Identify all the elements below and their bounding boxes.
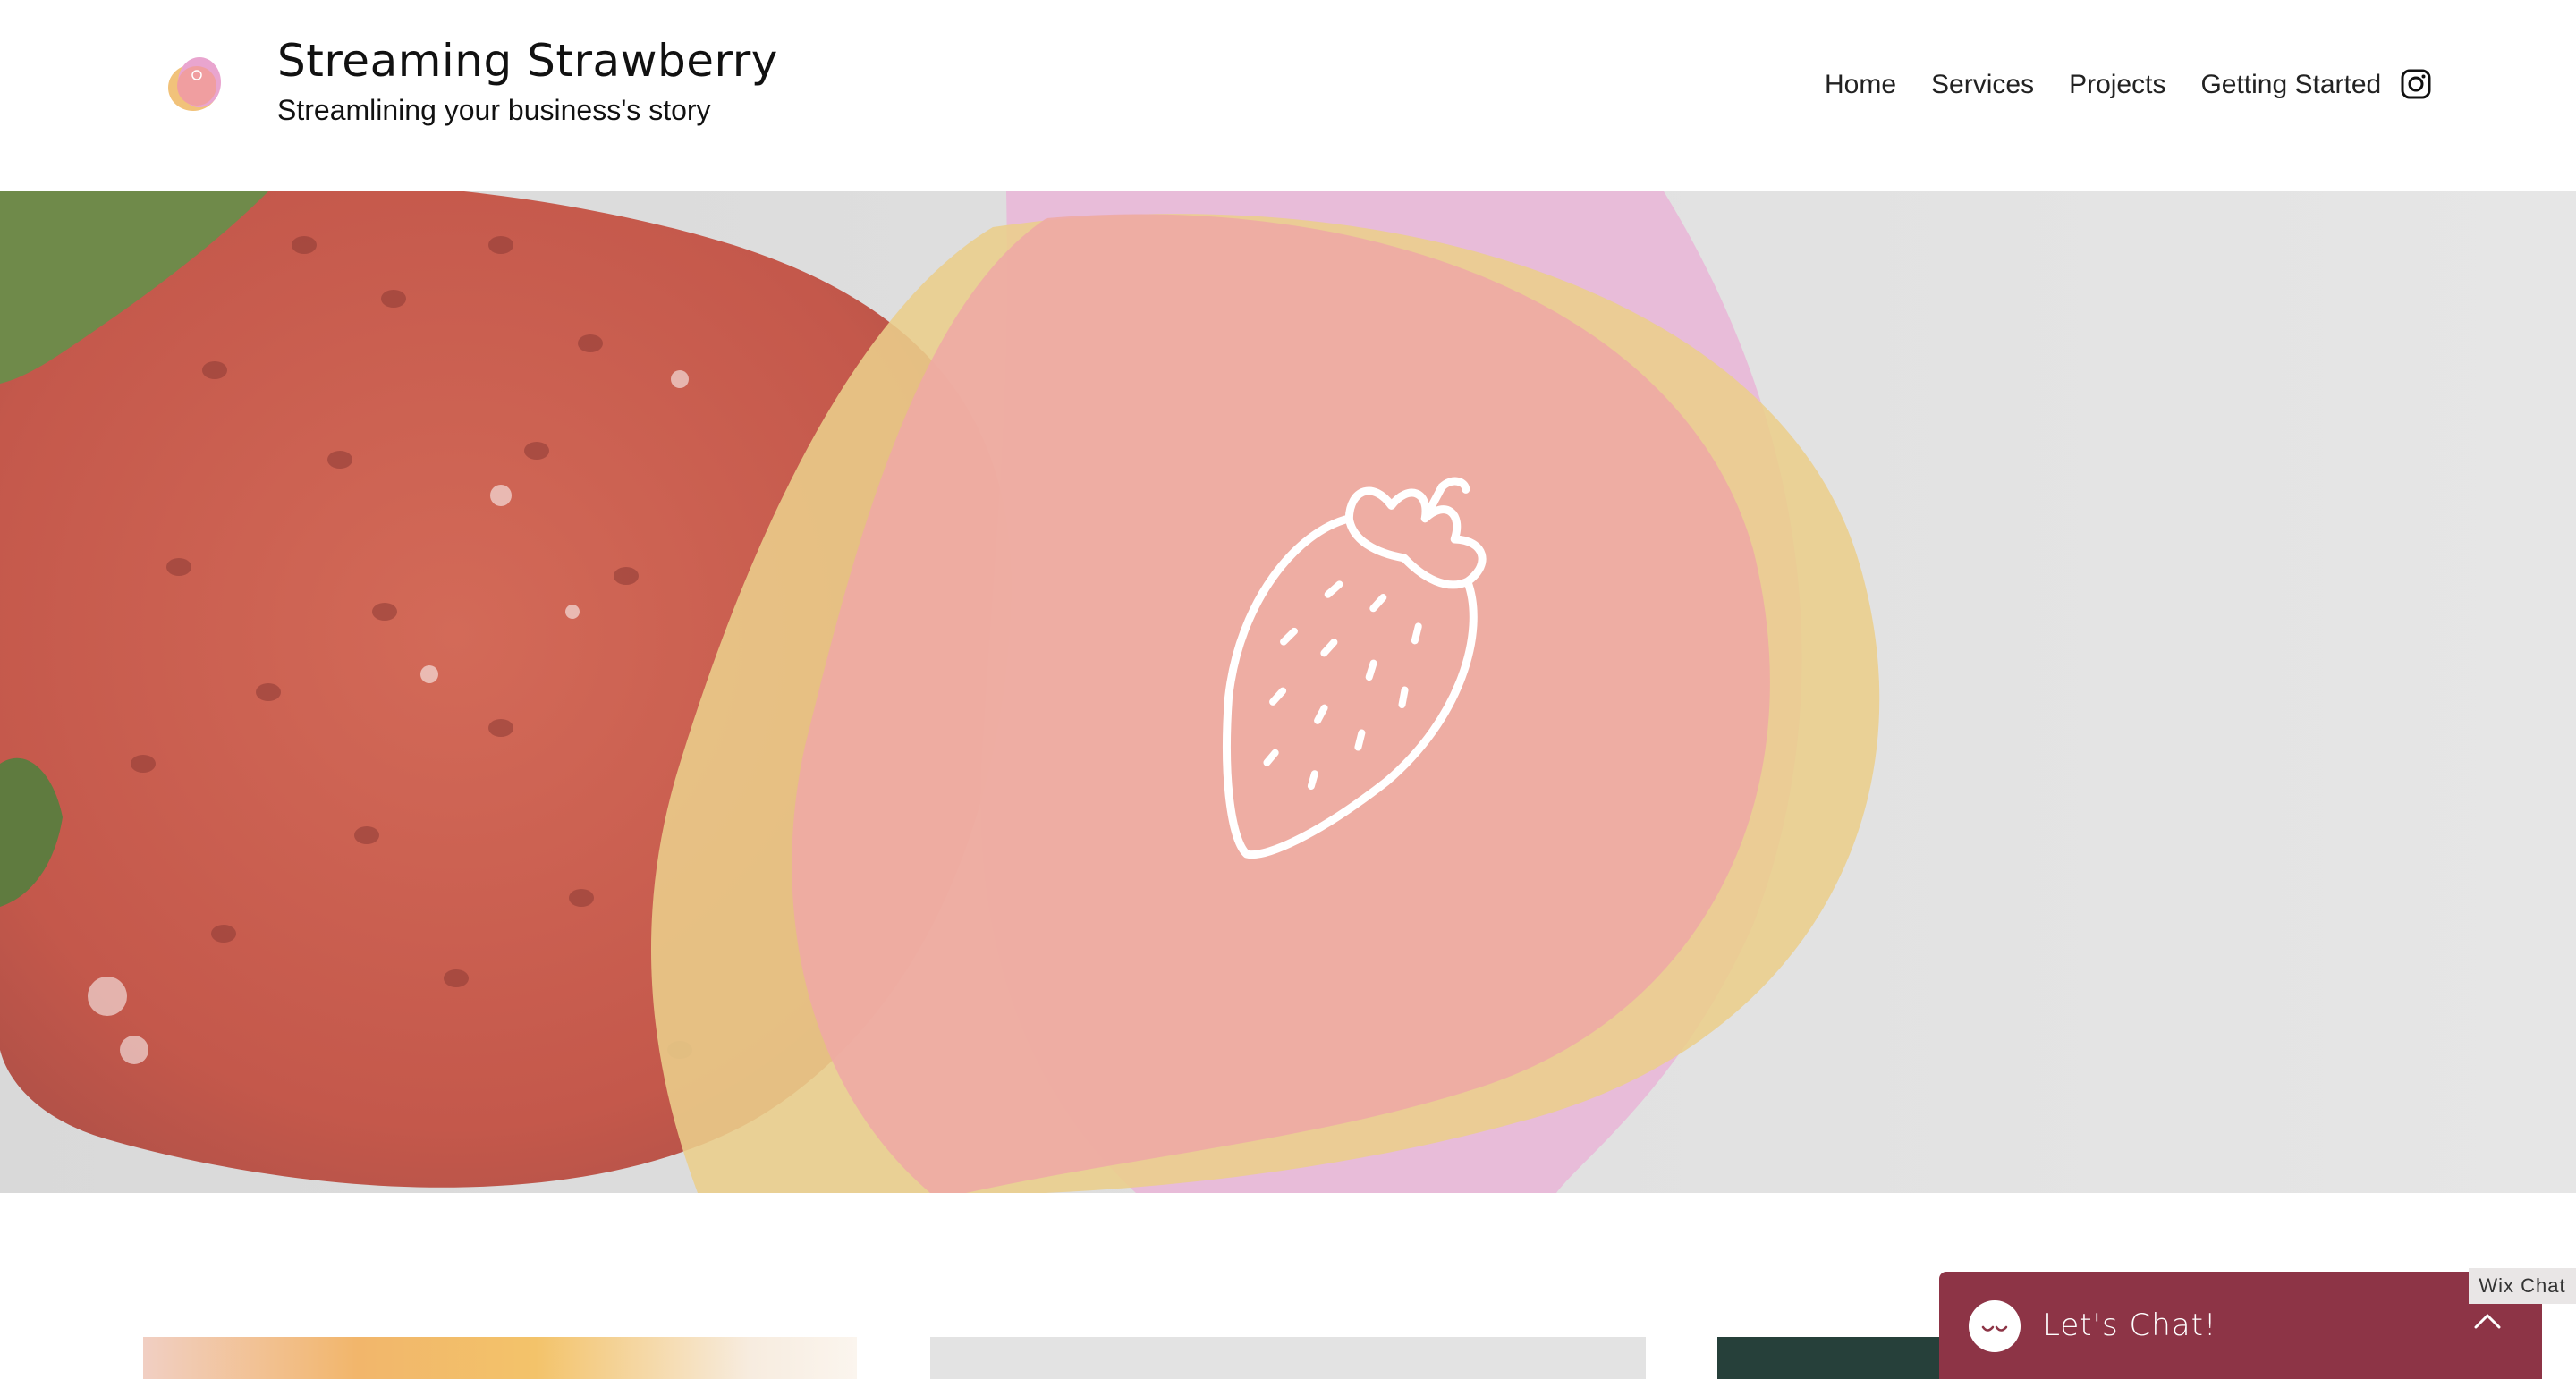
site-title[interactable]: Streaming Strawberry <box>277 30 778 91</box>
nav-item-home[interactable]: Home <box>1825 70 1896 100</box>
site-header: Streaming Strawberry Streamlining your b… <box>0 0 2576 191</box>
nav-item-getting-started[interactable]: Getting Started <box>2200 70 2381 100</box>
hero-banner <box>0 191 2576 1193</box>
main-nav: Home Services Projects Getting Started <box>1825 64 2381 106</box>
project-card-2[interactable] <box>930 1337 1646 1379</box>
chat-widget[interactable]: Let's Chat! <box>1939 1272 2542 1379</box>
hero-image <box>0 191 2576 1193</box>
wix-chat-tag: Wix Chat <box>2469 1268 2576 1304</box>
project-card-3[interactable] <box>1717 1337 1950 1379</box>
chat-avatar-icon <box>1969 1300 2021 1352</box>
chat-label: Let's Chat! <box>2043 1307 2217 1343</box>
project-card-1[interactable] <box>143 1337 857 1379</box>
instagram-icon[interactable] <box>2401 69 2431 99</box>
nav-item-projects[interactable]: Projects <box>2069 70 2165 100</box>
site-logo[interactable] <box>166 52 225 114</box>
nav-item-services[interactable]: Services <box>1931 70 2034 100</box>
chevron-up-icon[interactable] <box>2472 1309 2503 1332</box>
site-tagline: Streamlining your business's story <box>277 94 711 126</box>
